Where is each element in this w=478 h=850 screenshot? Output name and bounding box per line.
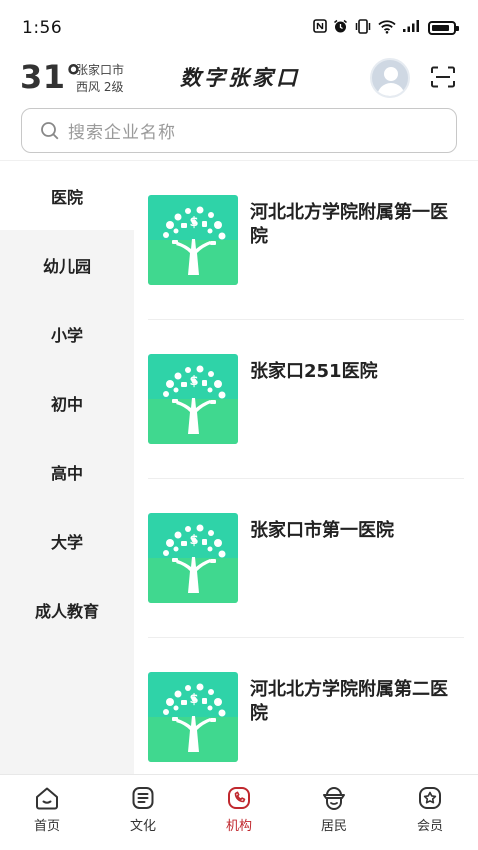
svg-text:$: $ <box>189 692 198 707</box>
sidebar-item-university[interactable]: 大学 <box>0 506 134 575</box>
sidebar-item-label: 大学 <box>50 532 83 552</box>
scan-button[interactable] <box>430 66 456 88</box>
list-item[interactable]: $ 河北北方学院附属第一医院 <box>148 161 464 320</box>
tree-thumbnail-icon: $ <box>148 672 238 762</box>
sidebar-item-junior-high[interactable]: 初中 <box>0 368 134 437</box>
nav-label: 首页 <box>33 819 60 834</box>
document-icon <box>132 787 154 809</box>
nav-label: 机构 <box>225 819 252 834</box>
sidebar-item-hospital[interactable]: 医院 <box>0 161 134 230</box>
nav-label: 文化 <box>129 819 156 834</box>
star-badge-icon <box>419 787 441 809</box>
avatar[interactable] <box>370 58 410 98</box>
svg-text:$: $ <box>189 533 198 548</box>
wind-info: 西风 2级 <box>76 80 124 94</box>
list-item[interactable]: $ 河北北方学院附属第二医院 <box>148 638 464 774</box>
header: 31° 张家口市 西风 2级 数字张家口 <box>0 56 478 104</box>
phone-icon <box>228 787 250 809</box>
status-bar: 1:56 <box>0 0 478 56</box>
nav-label: 居民 <box>320 819 347 834</box>
search-icon <box>41 121 59 139</box>
nfc-icon <box>313 19 327 37</box>
sidebar-item-label: 成人教育 <box>34 601 99 621</box>
tree-thumbnail-icon: $ <box>148 513 238 603</box>
nav-culture[interactable]: 文化 <box>113 785 173 845</box>
app-title: 数字张家口 <box>180 65 300 90</box>
sidebar-item-senior-high[interactable]: 高中 <box>0 437 134 506</box>
signal-icon <box>402 19 422 37</box>
avatar-head-shape <box>384 67 398 81</box>
wifi-icon <box>378 19 396 38</box>
sidebar-item-label: 高中 <box>50 463 83 483</box>
battery-icon <box>428 21 459 35</box>
sidebar-item-adult-education[interactable]: 成人教育 <box>0 575 134 644</box>
organization-name: 河北北方学院附属第二医院 <box>250 679 448 724</box>
sidebar-item-label: 幼儿园 <box>42 256 91 276</box>
svg-text:$: $ <box>189 374 198 389</box>
avatar-body-shape <box>377 83 405 96</box>
sidebar-item-label: 医院 <box>50 187 83 207</box>
alarm-icon <box>333 19 348 38</box>
svg-text:$: $ <box>189 215 198 230</box>
search-input[interactable]: 搜索企业名称 <box>21 108 457 153</box>
sidebar-item-kindergarten[interactable]: 幼儿园 <box>0 230 134 299</box>
weather-info: 张家口市 西风 2级 <box>76 62 124 96</box>
home-icon <box>36 787 58 810</box>
sidebar-item-label: 初中 <box>50 394 83 414</box>
nav-label: 会员 <box>416 819 443 834</box>
status-icons <box>313 18 459 38</box>
organization-list: $ 河北北方学院附属第一医院 $ 张家口251医院 $ 张家口市第一医院 $ 河… <box>134 161 478 774</box>
scan-icon <box>431 66 455 88</box>
sidebar-item-primary-school[interactable]: 小学 <box>0 299 134 368</box>
nav-organizations[interactable]: 机构 <box>209 785 269 845</box>
list-item[interactable]: $ 张家口市第一医院 <box>148 479 464 638</box>
nav-residents[interactable]: 居民 <box>304 785 364 845</box>
search-placeholder: 搜索企业名称 <box>68 123 176 143</box>
vibrate-icon <box>354 18 372 38</box>
list-item[interactable]: $ 张家口251医院 <box>148 320 464 479</box>
status-time: 1:56 <box>22 18 63 38</box>
organization-name: 河北北方学院附属第一医院 <box>250 202 448 247</box>
tree-thumbnail-icon: $ <box>148 354 238 444</box>
nav-membership[interactable]: 会员 <box>400 785 460 845</box>
tree-thumbnail-icon: $ <box>148 195 238 285</box>
organization-name: 张家口市第一医院 <box>250 520 394 541</box>
city-name: 张家口市 <box>76 63 125 77</box>
sidebar-item-label: 小学 <box>50 325 83 345</box>
category-sidebar: 医院 幼儿园 小学 初中 高中 大学 成人教育 <box>0 161 134 774</box>
organization-name: 张家口251医院 <box>250 361 378 382</box>
people-icon <box>323 787 345 810</box>
bottom-nav: 首页 文化 机构 居民 会员 <box>0 774 478 850</box>
temperature: 31° <box>20 58 83 96</box>
nav-home[interactable]: 首页 <box>17 785 77 845</box>
